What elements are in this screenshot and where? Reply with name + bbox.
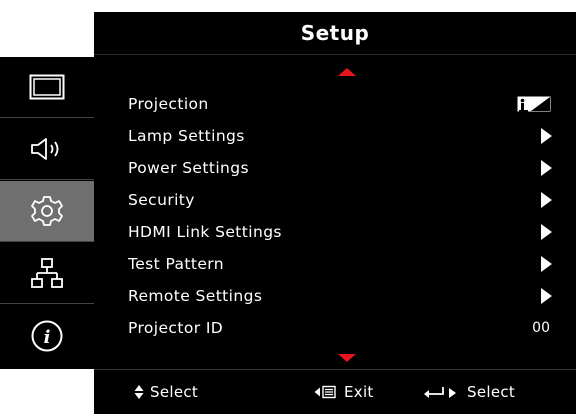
projection-icon (517, 96, 551, 112)
menu-item-label: Lamp Settings (128, 127, 245, 145)
sidebar-item-audio[interactable] (0, 119, 94, 180)
footer-select-label: Select (150, 383, 199, 401)
submenu-arrow-icon (541, 224, 552, 240)
menu-item-projector-id[interactable]: Projector ID 00 (94, 312, 576, 344)
svg-text:i: i (44, 327, 51, 348)
info-icon: i (31, 320, 63, 351)
footer-enter-label: Select (467, 383, 516, 401)
sidebar-item-display[interactable] (0, 57, 94, 118)
menu-item-remote-settings[interactable]: Remote Settings (94, 280, 576, 312)
speaker-icon (31, 138, 59, 160)
submenu-arrow-icon (541, 256, 552, 272)
title-bar: Setup (94, 12, 576, 55)
submenu-arrow-icon (541, 128, 552, 144)
page-title: Setup (300, 21, 370, 45)
sidebar: i (0, 57, 94, 369)
scroll-up-arrow-icon[interactable] (338, 68, 356, 76)
sidebar-item-setup[interactable] (0, 181, 94, 242)
menu-item-label: Power Settings (128, 159, 249, 177)
menu-item-hdmi-link-settings[interactable]: HDMI Link Settings (94, 216, 576, 248)
menu-item-label: HDMI Link Settings (128, 223, 282, 241)
menu-item-label: Projector ID (128, 319, 224, 337)
menu-item-lamp-settings[interactable]: Lamp Settings (94, 120, 576, 152)
menu-item-label: Projection (128, 95, 209, 113)
scroll-down-arrow-icon[interactable] (338, 354, 356, 362)
menu-item-label: Security (128, 191, 195, 209)
menu-item-security[interactable]: Security (94, 184, 576, 216)
submenu-arrow-icon (541, 288, 552, 304)
sidebar-item-info[interactable]: i (0, 305, 94, 366)
display-icon (29, 74, 65, 100)
footer-exit-label: Exit (344, 383, 374, 401)
footer-hint-enter: Select (423, 383, 515, 401)
menu-item-power-settings[interactable]: Power Settings (94, 152, 576, 184)
footer-hint-bar: Select Exit Select (94, 369, 576, 414)
footer-hint-select: Select (134, 383, 198, 401)
menu-item-label: Test Pattern (128, 255, 225, 273)
enter-arrow-icon (424, 387, 456, 398)
menu-back-icon (314, 385, 336, 399)
submenu-arrow-icon (541, 192, 552, 208)
menu-item-label: Remote Settings (128, 287, 263, 305)
menu-panel: Projection Lamp Settings Power Settings … (94, 55, 576, 369)
up-down-arrows-icon (134, 385, 144, 399)
menu-item-test-pattern[interactable]: Test Pattern (94, 248, 576, 280)
network-icon (31, 258, 63, 288)
submenu-arrow-icon (541, 160, 552, 176)
projector-id-value: 00 (532, 320, 550, 336)
footer-hint-exit: Exit (314, 383, 374, 401)
gear-icon (31, 196, 63, 226)
sidebar-item-network[interactable] (0, 243, 94, 304)
menu-item-projection[interactable]: Projection (94, 88, 576, 120)
